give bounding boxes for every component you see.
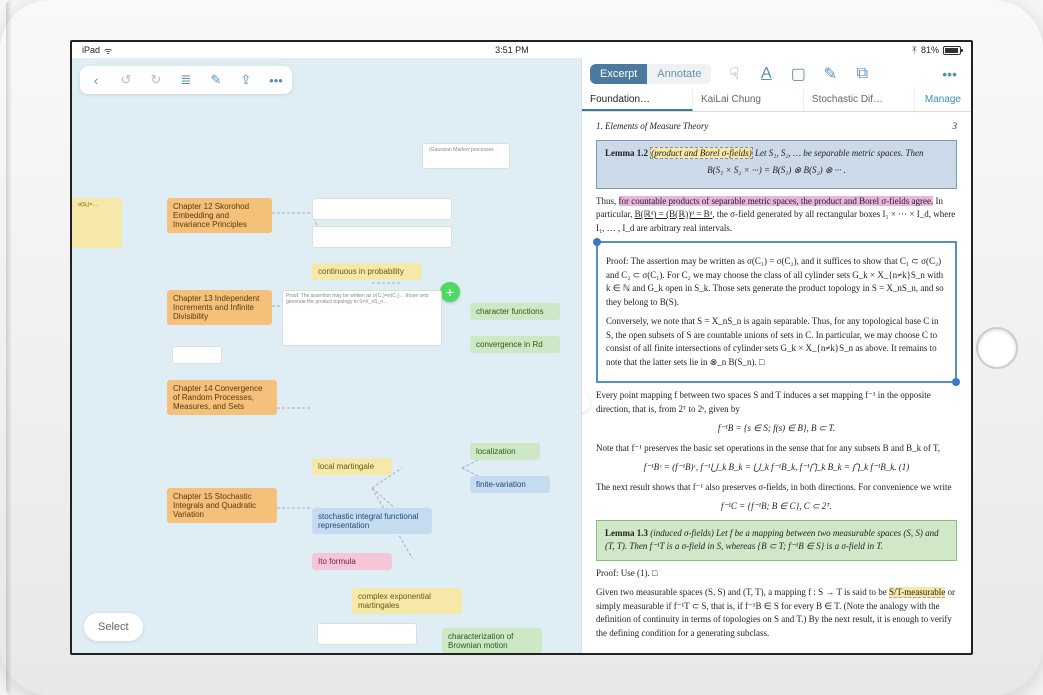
annotate-mode-tab[interactable]: Annotate — [647, 64, 711, 84]
mm-node-localization[interactable]: localization — [470, 443, 540, 460]
doc-tab-kailai[interactable]: KaiLai Chung — [693, 90, 804, 111]
device-label: iPad — [82, 45, 100, 55]
mm-node-complex-exp[interactable]: complex exponential martingales — [352, 588, 462, 614]
right-more-icon[interactable]: ••• — [936, 66, 963, 82]
mm-node-local-mart[interactable]: local martingale — [312, 458, 392, 475]
mm-node-stoch-int[interactable]: stochastic integral functional represent… — [312, 508, 432, 534]
edit-icon[interactable]: ✎ — [206, 70, 226, 90]
left-toolbar: ‹ ↺ ↻ ≣ ✎ ⇪ ••• — [80, 66, 292, 94]
document-pane: ‹ › Excerpt Annotate ☟ A ▢ ✎ ⧉ ••• Fou — [581, 58, 971, 653]
next-page-icon[interactable]: › — [581, 395, 582, 409]
mm-node-ch14[interactable]: Chapter 14 Convergence of Random Process… — [167, 380, 277, 415]
battery-percent: 81% — [921, 45, 939, 55]
mindmap-pane[interactable]: ‹ ↺ ↻ ≣ ✎ ⇪ ••• σ(S₁)=… (Gaussian Markov… — [72, 58, 581, 653]
proof-selection-box[interactable]: Proof: The assertion may be written as σ… — [596, 241, 957, 383]
lasso-tool-icon[interactable]: ✎ — [821, 65, 839, 83]
highlighted-text[interactable]: for countable products of separable metr… — [619, 196, 934, 206]
doc-tab-foundation[interactable]: Foundation… — [582, 90, 693, 111]
redo-icon[interactable]: ↻ — [146, 70, 166, 90]
page-number: 3 — [953, 120, 958, 134]
excerpt-thumb-2[interactable] — [312, 198, 452, 220]
undo-icon[interactable]: ↺ — [116, 70, 136, 90]
section-heading: 1. Elements of Measure Theory — [596, 120, 708, 134]
mm-node-ito[interactable]: Ito formula — [312, 553, 392, 570]
excerpt-thumb-4[interactable] — [317, 623, 417, 645]
mm-node-conv-rd[interactable]: convergence in Rd — [470, 336, 560, 353]
mm-node-cont-prob[interactable]: continuous in probability — [312, 263, 422, 280]
mm-node-char-brown[interactable]: characterization of Brownian motion — [442, 628, 542, 653]
hand-tool-icon[interactable]: ☟ — [725, 65, 743, 83]
battery-icon — [943, 46, 961, 55]
lemma-1-2-box[interactable]: Lemma 1.2 (product and Borel σ-fields) L… — [596, 140, 957, 189]
mm-node-ch12[interactable]: Chapter 12 Skorohod Embedding and Invari… — [167, 198, 272, 233]
mm-node-char-fn[interactable]: character functions — [470, 303, 560, 320]
add-node-button[interactable]: + — [440, 282, 460, 302]
mm-node-finite-var[interactable]: finite-variation — [470, 476, 550, 493]
more-icon[interactable]: ••• — [266, 70, 286, 90]
doc-tab-stochastic[interactable]: Stochastic Dif… — [804, 90, 915, 111]
list-icon[interactable]: ≣ — [176, 70, 196, 90]
copy-tool-icon[interactable]: ⧉ — [853, 65, 871, 83]
select-button[interactable]: Select — [84, 613, 143, 641]
excerpt-thumb-small[interactable] — [172, 346, 222, 364]
mm-node-ch15[interactable]: Chapter 15 Stochastic Integrals and Quad… — [167, 488, 277, 523]
home-button[interactable] — [976, 327, 1018, 369]
bluetooth-icon: ᛡ — [912, 45, 917, 55]
manage-tabs-button[interactable]: Manage — [915, 90, 971, 111]
document-tabs: Foundation… KaiLai Chung Stochastic Dif…… — [582, 90, 971, 112]
crop-tool-icon[interactable]: ▢ — [789, 65, 807, 83]
back-icon[interactable]: ‹ — [86, 70, 106, 90]
wifi-icon: ᯤ — [104, 44, 112, 57]
mm-node-gaussian[interactable]: (Gaussian Markov processes — [422, 143, 510, 169]
clock: 3:51 PM — [495, 45, 529, 55]
excerpt-mode-tab[interactable]: Excerpt — [590, 64, 647, 84]
right-toolbar: Excerpt Annotate ☟ A ▢ ✎ ⧉ ••• — [582, 58, 971, 90]
excerpt-thumb-proof[interactable]: Proof: The assertion may be written as σ… — [282, 290, 442, 346]
status-bar: iPad ᯤ 3:51 PM ᛡ 81% — [72, 42, 971, 58]
share-icon[interactable]: ⇪ — [236, 70, 256, 90]
document-body[interactable]: 1. Elements of Measure Theory 3 Lemma 1.… — [582, 112, 971, 653]
excerpt-thumb-3[interactable] — [312, 226, 452, 248]
excerpt-thumb[interactable]: σ(S₁)=… — [72, 198, 122, 248]
mode-tabs: Excerpt Annotate — [590, 64, 711, 84]
lemma-1-3-box[interactable]: Lemma 1.3 (induced σ-fields) Let f be a … — [596, 520, 957, 561]
mm-node-ch13[interactable]: Chapter 13 Independent Increments and In… — [167, 290, 272, 325]
underline-tool-icon[interactable]: A — [757, 65, 775, 83]
